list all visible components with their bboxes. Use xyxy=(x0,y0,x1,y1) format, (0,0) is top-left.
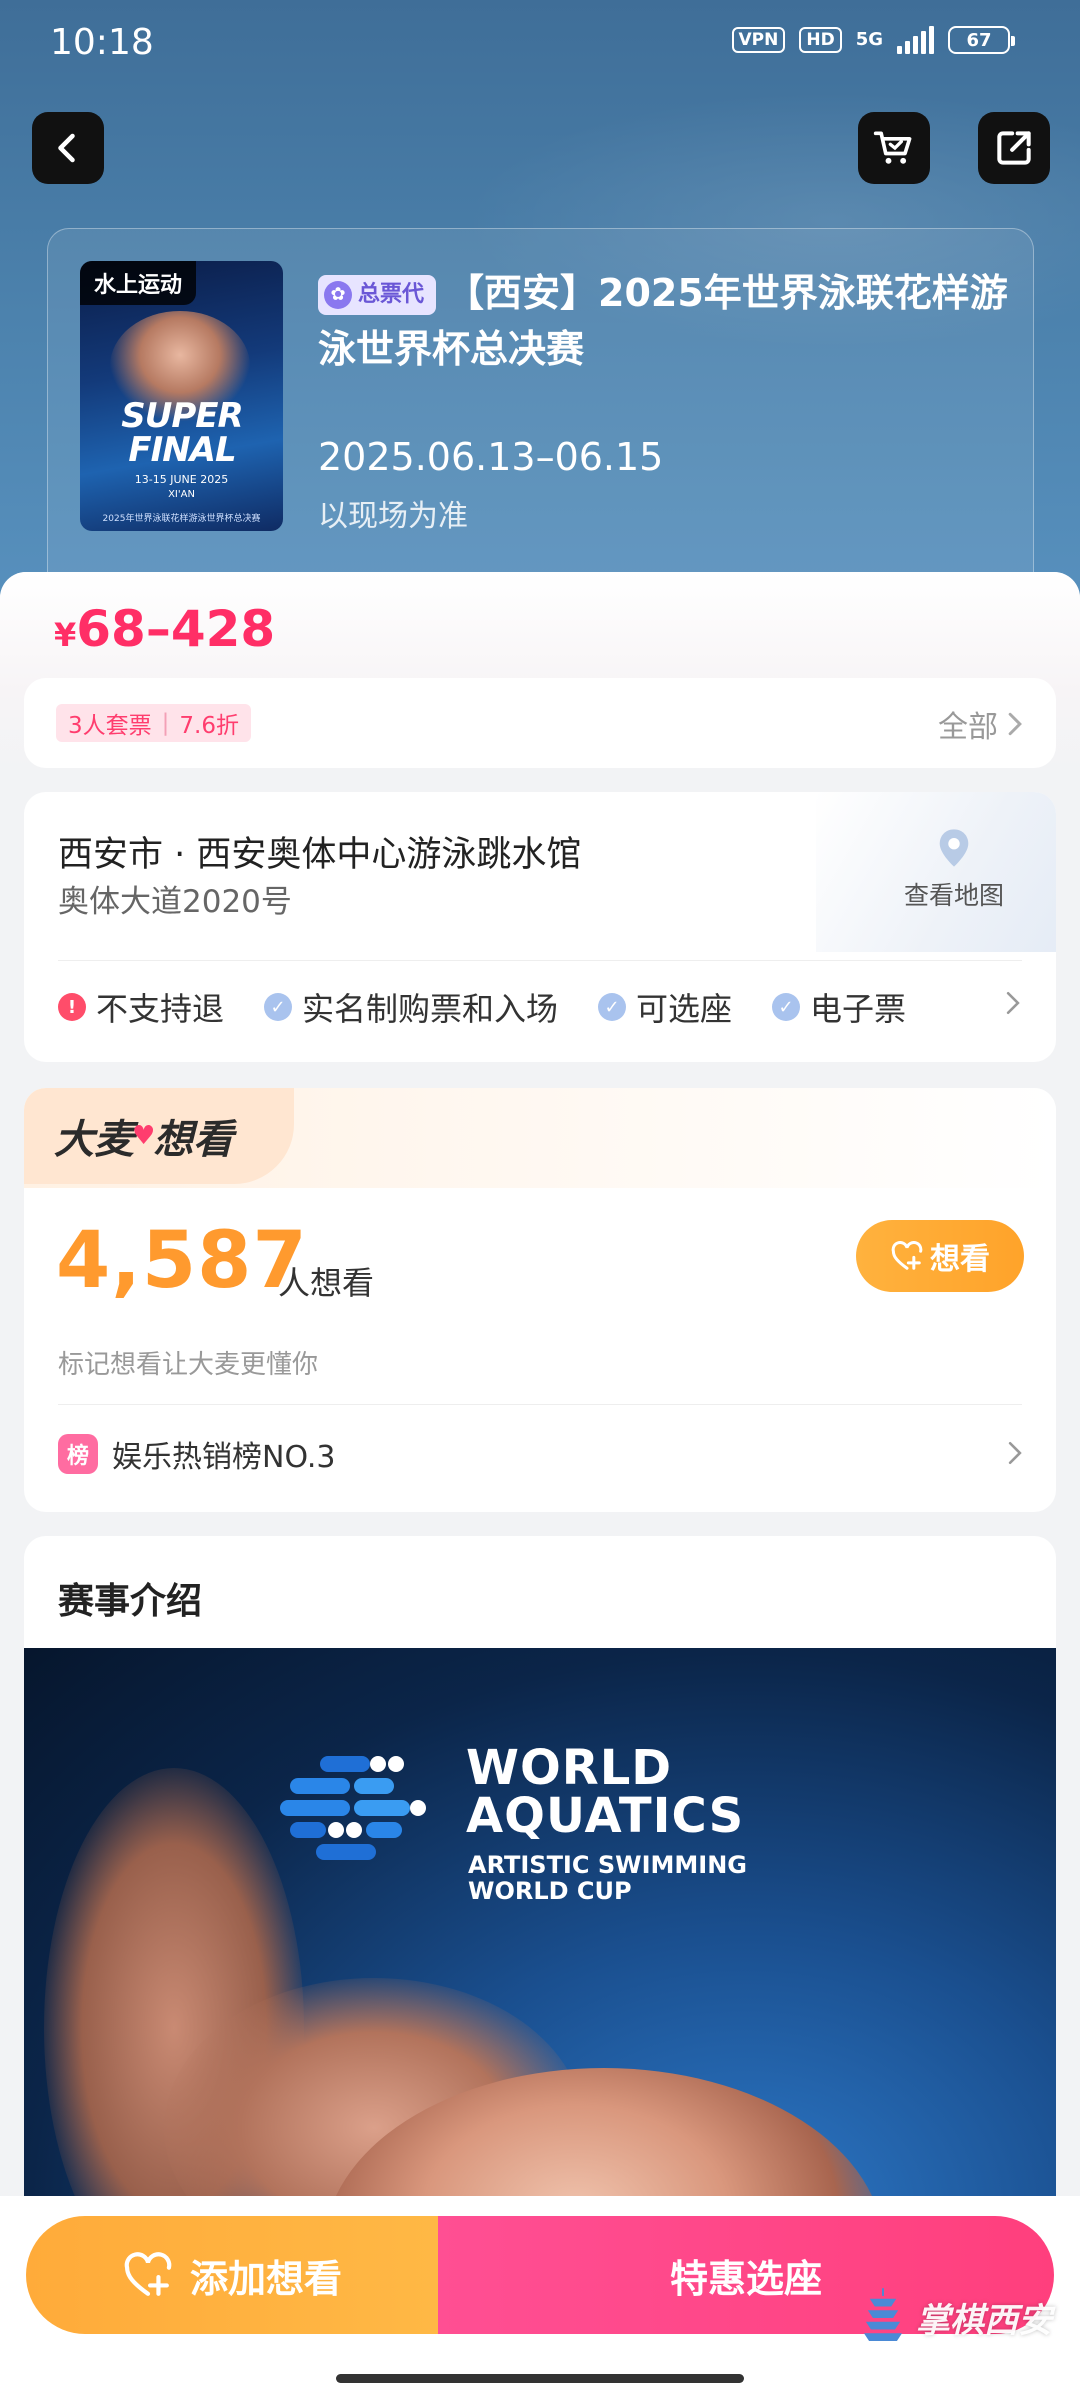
feature-no-refund: ! 不支持退 xyxy=(58,984,224,1030)
banner-text: AQUATICS xyxy=(466,1788,745,1844)
status-icons: VPN HD 5G 67 xyxy=(731,26,1015,54)
venue-address: 奥体大道2020号 xyxy=(58,884,292,920)
world-aquatics-logo-icon xyxy=(280,1756,426,1860)
want-count: 4,587 xyxy=(56,1216,308,1306)
event-date-note: 以现场为准 xyxy=(318,499,468,534)
event-summary-card: 水上运动 SUPER FINAL 13-15 JUNE 2025 XI'AN 2… xyxy=(47,228,1034,608)
divider xyxy=(58,960,1022,961)
damai-want-logo: 大麦 ♥ 想看 xyxy=(24,1088,294,1184)
cart-button[interactable] xyxy=(858,112,930,184)
bottom-action-bar: 添加想看 特惠选座 掌棋西安 xyxy=(0,2196,1080,2400)
vpn-icon: VPN xyxy=(731,27,786,53)
want-subtitle: 标记想看让大麦更懂你 xyxy=(58,1350,319,1380)
add-want-button[interactable]: 添加想看 xyxy=(26,2216,438,2334)
check-icon: ✓ xyxy=(264,993,293,1021)
check-icon: ✓ xyxy=(598,993,627,1021)
chevron-right-icon[interactable] xyxy=(1006,1440,1024,1466)
signal-icon xyxy=(897,26,934,54)
intro-title: 赛事介绍 xyxy=(58,1581,203,1622)
detail-sheet: ¥68–428 3人套票 | 7.6折 全部 西安市 · 西安奥体中心游泳跳水馆 奥… xyxy=(0,572,1080,2400)
heart-plus-icon xyxy=(891,1241,923,1270)
check-icon: ✓ xyxy=(772,993,801,1021)
service-features[interactable]: ! 不支持退 ✓ 实名制购票和入场 ✓ 可选座 ✓ 电子票 xyxy=(58,984,1022,1030)
heart-plus-icon xyxy=(124,2252,172,2296)
chevron-right-icon[interactable] xyxy=(1004,990,1022,1016)
status-bar: 10:18 VPN HD 5G 67 xyxy=(0,0,1080,90)
warning-icon: ! xyxy=(58,993,86,1021)
hd-icon: HD xyxy=(799,27,842,53)
flower-icon: ✿ xyxy=(324,281,352,309)
view-map-button[interactable]: 查看地图 xyxy=(884,828,1024,912)
chevron-right-icon xyxy=(1008,712,1022,736)
want-button[interactable]: 想看 xyxy=(856,1220,1024,1292)
hot-rank-link[interactable]: 榜 娱乐热销榜NO.3 xyxy=(58,1432,335,1476)
watermark: 掌棋西安 xyxy=(860,2286,1052,2348)
want-to-see-card: 大麦 ♥ 想看 4,587 人想看 标记想看让大麦更懂你 想看 榜 娱乐热销榜NO.… xyxy=(24,1088,1056,1512)
venue-name: 西安市 · 西安奥体中心游泳跳水馆 xyxy=(58,835,582,875)
network-type: 5G xyxy=(855,29,883,50)
promo-card[interactable]: 3人套票 | 7.6折 全部 xyxy=(24,678,1056,768)
poster-category-tag: 水上运动 xyxy=(80,261,197,305)
status-time: 10:18 xyxy=(50,22,154,63)
share-icon xyxy=(997,131,1031,165)
location-pin-icon xyxy=(939,829,969,867)
poster-city: XI'AN xyxy=(168,489,195,500)
event-info: ✿ 总票代 【西安】2025年世界泳联花样游泳世界杯总决赛 xyxy=(318,265,1008,377)
chevron-left-icon xyxy=(58,133,75,163)
event-date: 2025.06.13–06.15 xyxy=(318,435,664,479)
poster-dates: 13-15 JUNE 2025 xyxy=(134,473,229,486)
venue-card: 西安市 · 西安奥体中心游泳跳水馆 奥体大道2020号 查看地图 ! 不支持退 … xyxy=(24,792,1056,1062)
divider xyxy=(58,1404,1022,1405)
price-range: ¥68–428 xyxy=(54,600,276,658)
cart-icon xyxy=(873,131,912,164)
event-poster[interactable]: 水上运动 SUPER FINAL 13-15 JUNE 2025 XI'AN 2… xyxy=(80,261,283,531)
poster-title: SUPER FINAL xyxy=(121,396,243,470)
feature-e-ticket: ✓ 电子票 xyxy=(772,984,906,1030)
banner-text: WORLD xyxy=(466,1740,673,1796)
agent-badge: ✿ 总票代 xyxy=(318,275,437,315)
battery-icon: 67 xyxy=(948,26,1015,54)
back-button[interactable] xyxy=(32,112,104,184)
promo-tag: 3人套票 | 7.6折 xyxy=(56,704,251,742)
share-button[interactable] xyxy=(978,112,1050,184)
poster-footer: 2025年世界泳联花样游泳世界杯总决赛 xyxy=(102,514,261,524)
event-title: ✿ 总票代 【西安】2025年世界泳联花样游泳世界杯总决赛 xyxy=(318,271,1008,371)
home-indicator[interactable] xyxy=(336,2374,744,2383)
rank-icon: 榜 xyxy=(58,1434,98,1474)
banner-subtext: ARTISTIC SWIMMING xyxy=(468,1851,747,1879)
want-count-unit: 人想看 xyxy=(278,1264,375,1302)
feature-real-name: ✓ 实名制购票和入场 xyxy=(264,984,558,1030)
banner-subtext: WORLD CUP xyxy=(468,1877,632,1905)
heart-icon: ♥ xyxy=(132,1121,156,1151)
pagoda-icon xyxy=(863,2288,903,2341)
feature-seat-select: ✓ 可选座 xyxy=(598,984,732,1030)
promo-all-link[interactable]: 全部 xyxy=(938,702,1024,746)
